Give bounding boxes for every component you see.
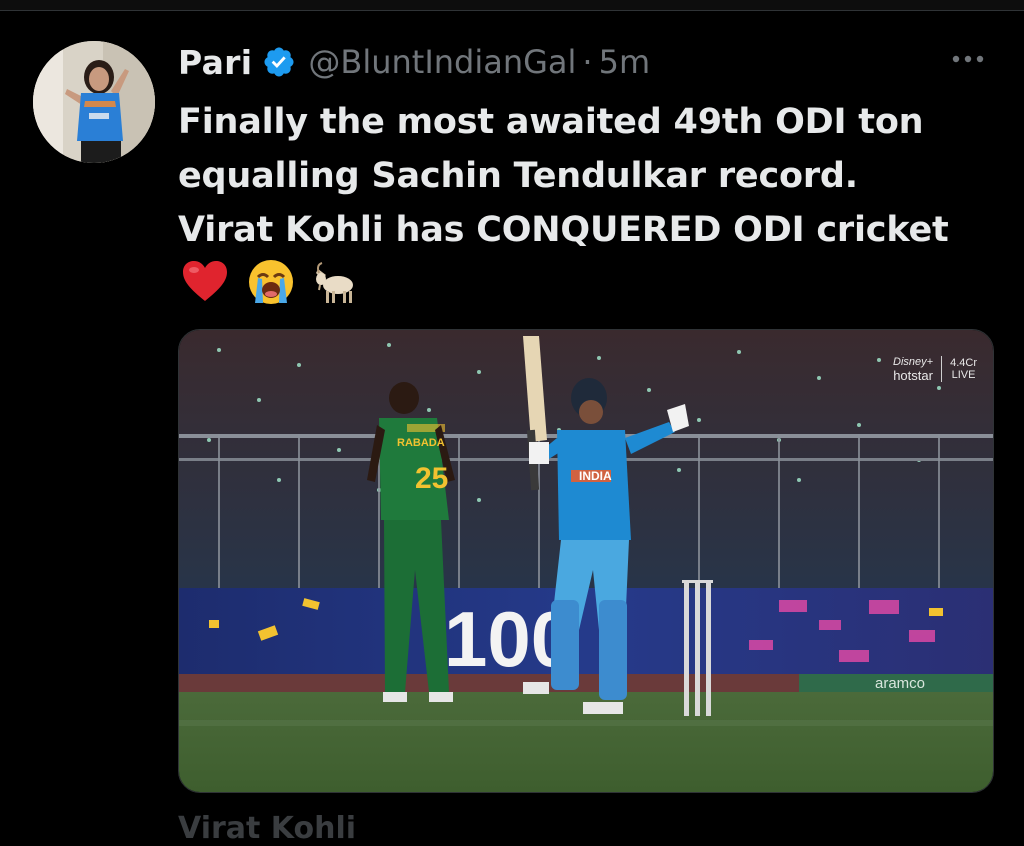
stumps [682,580,713,716]
goat-icon [316,262,353,303]
player-left-name: RABADA [397,437,445,449]
tweet[interactable]: Pari @BluntIndianGal · 5m Finally the mo… [0,11,1024,846]
sponsor-text: aramco [875,675,925,692]
tweet-media-photo[interactable]: 100 aramco RABADA 25 INDIA Disney+ hotst… [178,329,994,793]
tweet-text-line: Finally the most awaited 49th ODI ton [178,102,924,142]
display-name[interactable]: Pari [178,43,252,82]
tweet-text-line: Virat Kohli has CONQUERED ODI cricket [178,210,949,250]
cricket-photo: 100 aramco RABADA 25 INDIA [179,330,993,792]
tweet-header: Pari @BluntIndianGal · 5m [178,39,650,85]
tweet-text: Finally the most awaited 49th ODI ton eq… [178,95,1008,257]
separator-dot: · [582,43,593,81]
live-label: LIVE [951,369,976,381]
broadcaster-logo: Disney+ hotstar [893,356,933,382]
timestamp[interactable]: 5m [599,43,651,81]
tweet-text-line: equalling Sachin Tendulkar record. [178,156,858,196]
avatar-image [33,41,155,163]
handle[interactable]: @BluntIndianGal [308,43,576,81]
emoji-row [180,257,362,307]
loudly-crying-face-icon [249,260,293,304]
avatar[interactable] [33,41,155,163]
verified-badge-icon [262,45,296,79]
next-post-preview-name: Virat Kohli [178,811,357,846]
broadcaster-watermark: Disney+ hotstar 4.4Cr LIVE [893,356,977,382]
player-left-number: 25 [415,462,448,495]
red-heart-icon [183,261,227,301]
live-viewers: 4.4Cr [950,357,977,369]
broadcaster-logo-bottom: hotstar [893,368,933,383]
more-horizontal-icon[interactable] [948,49,988,69]
top-divider [0,0,1024,11]
player-right-chest-text: INDIA [579,469,612,483]
watermark-divider [941,356,943,382]
